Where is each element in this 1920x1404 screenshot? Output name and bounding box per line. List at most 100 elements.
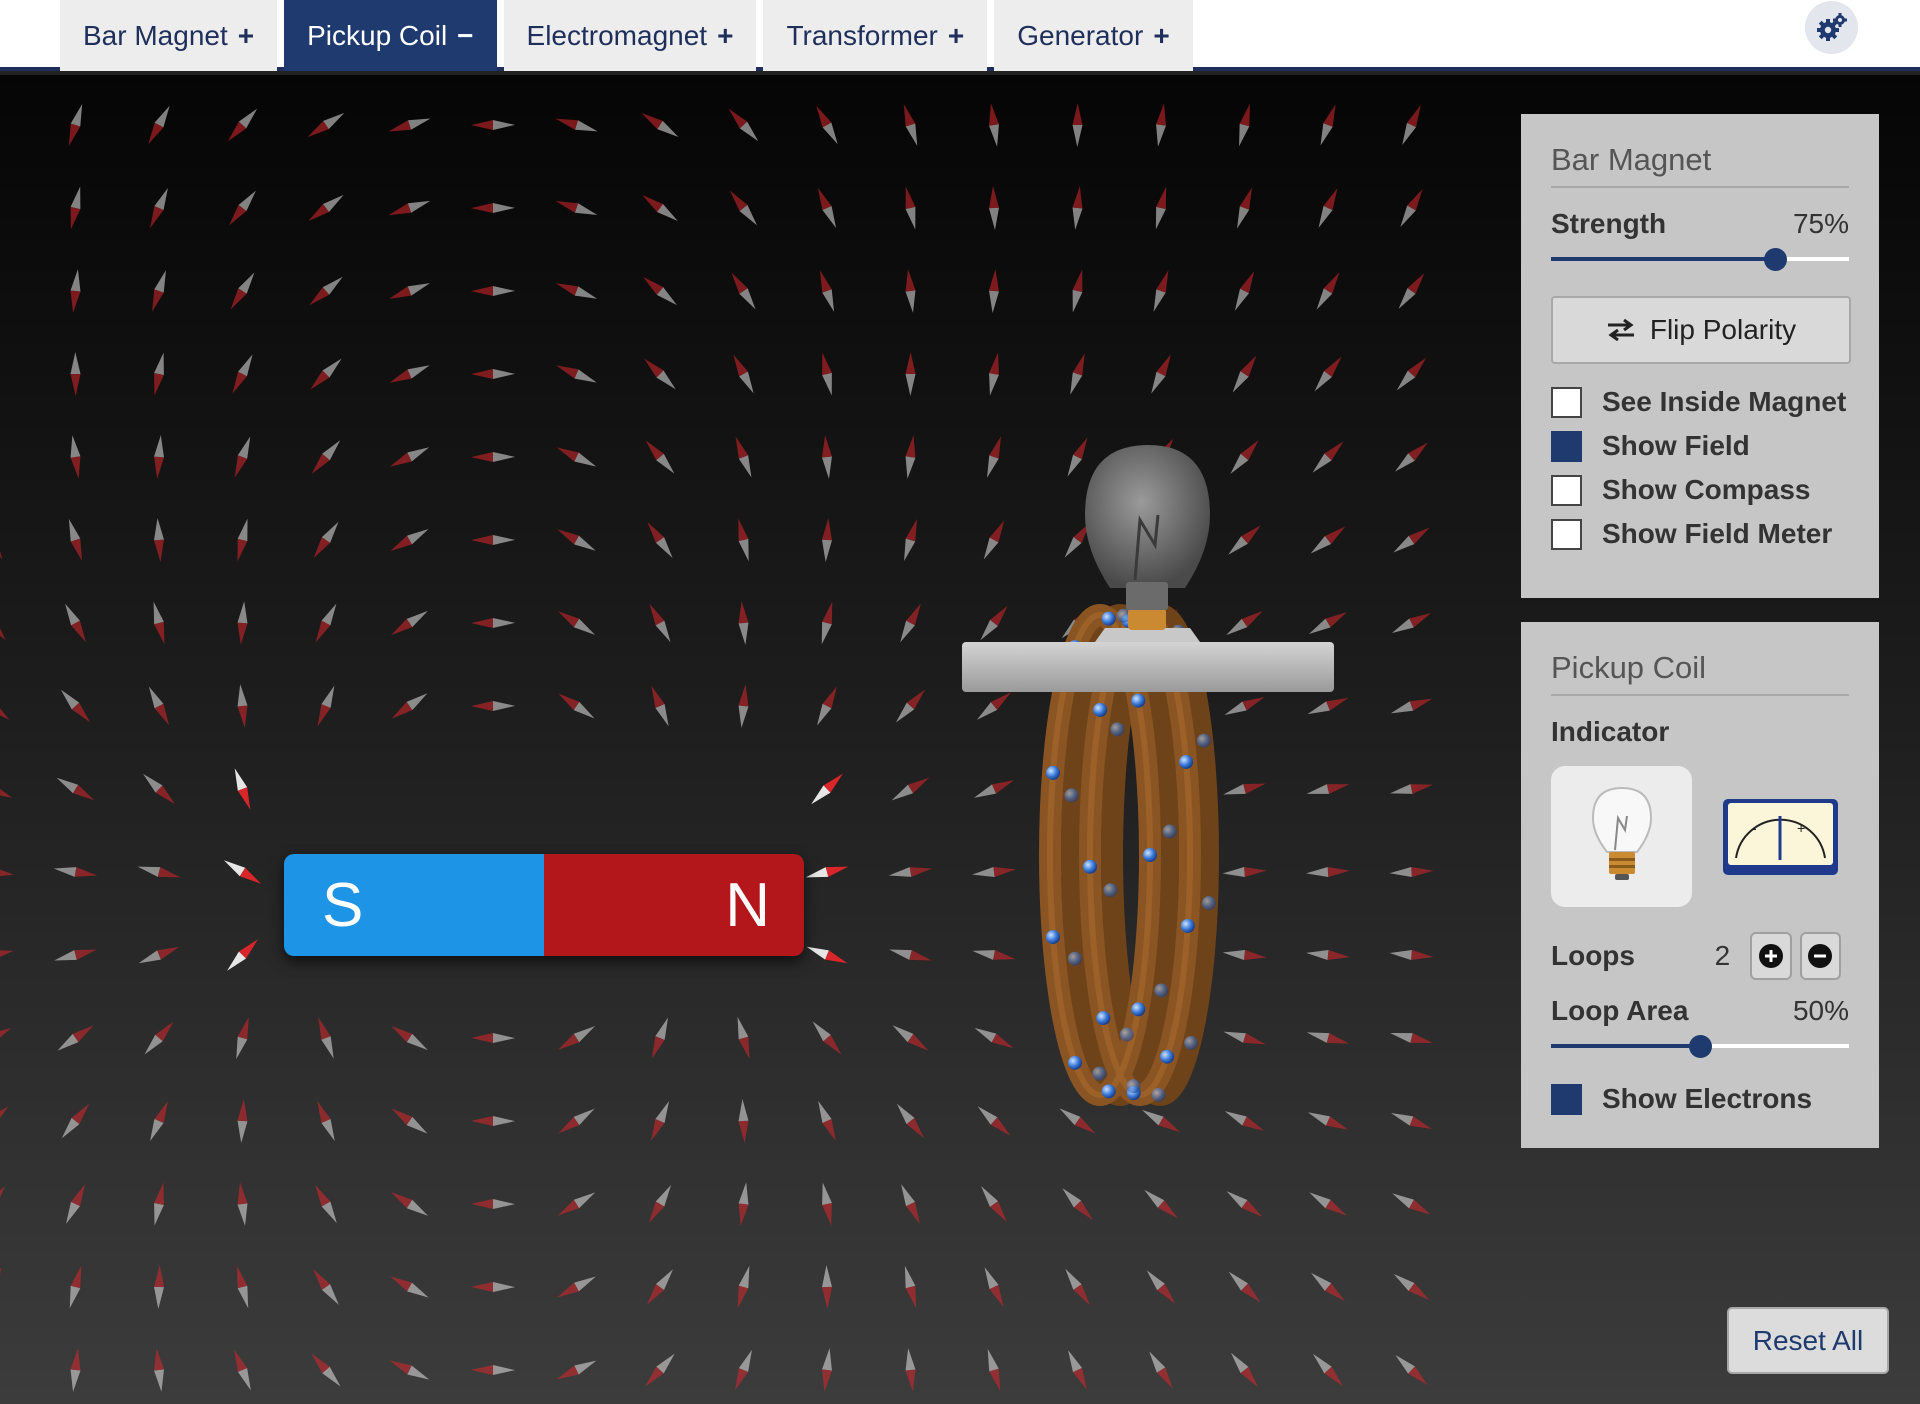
compass-needle (822, 352, 832, 396)
show-electrons-checkbox[interactable]: Show Electrons (1551, 1083, 1849, 1115)
panel-title: Pickup Coil (1551, 622, 1849, 696)
magnet-north-pole: N (544, 854, 804, 956)
flip-polarity-button[interactable]: Flip Polarity (1551, 296, 1851, 364)
compass-needle (471, 618, 515, 628)
compass-needle (1395, 442, 1428, 472)
compass-needle (805, 866, 849, 878)
compass-needle (738, 1182, 749, 1226)
compass-needle (311, 1353, 341, 1387)
minus-circle-icon (1808, 944, 1833, 968)
indicator-voltmeter-button[interactable]: - + (1722, 798, 1839, 876)
electron (1093, 702, 1108, 717)
compass-needle (308, 194, 344, 222)
compass-needle (989, 269, 999, 313)
svg-text:-: - (1752, 820, 1757, 836)
compass-needle (138, 946, 180, 964)
compass-needle (738, 518, 749, 562)
compass-needle (1402, 105, 1421, 145)
reset-all-button[interactable]: Reset All (1727, 1307, 1889, 1374)
slider-thumb[interactable] (1763, 248, 1787, 271)
slider-thumb[interactable] (1689, 1035, 1712, 1058)
tab-pickup-coil[interactable]: Pickup Coil − (284, 0, 497, 71)
compass-needle (645, 1353, 675, 1387)
checkbox-box[interactable] (1551, 518, 1582, 550)
compass-needle (557, 611, 596, 635)
loop-area-value: 50% (1792, 995, 1849, 1026)
compass-needle (1072, 269, 1083, 313)
tab-electromagnet[interactable]: Electromagnet + (503, 0, 757, 71)
tab-transformer[interactable]: Transformer + (763, 0, 988, 71)
tab-bar-magnet[interactable]: Bar Magnet + (60, 0, 278, 71)
compass-needle (1318, 188, 1338, 228)
compass-needle (0, 1347, 3, 1392)
compass-needle (644, 358, 676, 390)
compass-needle (1072, 186, 1083, 230)
checkbox-box[interactable] (1551, 474, 1582, 506)
bar-magnet[interactable]: S N (284, 854, 804, 956)
compass-needle (234, 436, 251, 478)
compass-needle (822, 1182, 832, 1226)
show-compass-checkbox[interactable]: Show Compass (1551, 474, 1849, 506)
remove-loop-button[interactable] (1799, 932, 1841, 980)
checkbox-box[interactable] (1551, 386, 1582, 418)
compass-needle (65, 603, 86, 643)
compass-needle (1390, 1113, 1433, 1129)
compass-needle (650, 1100, 670, 1142)
compass-needle (738, 1099, 749, 1143)
compass-needle (154, 1182, 164, 1226)
strength-slider[interactable] (1551, 244, 1849, 274)
compass-needle (154, 1265, 164, 1309)
pickup-coil[interactable] (960, 350, 1360, 1250)
compass-needle (471, 1282, 515, 1292)
compass-needle (892, 1025, 929, 1051)
tab-generator[interactable]: Generator + (994, 0, 1193, 71)
compass-needle (738, 684, 749, 728)
compass-needle (389, 365, 430, 383)
compass-needle (234, 768, 251, 810)
compass-needle (154, 518, 164, 562)
compass-needle (1393, 1274, 1430, 1300)
top-nav-bar: Bar Magnet + Pickup Coil − Electromagnet + … (0, 0, 1920, 71)
compass-needle (1149, 1351, 1173, 1389)
compass-needle (232, 354, 253, 394)
compass-needle (237, 1099, 248, 1143)
compass-needle (230, 272, 255, 310)
compass-needle (313, 1269, 339, 1305)
compass-needle (148, 686, 170, 726)
compass-needle (137, 866, 181, 878)
compass-needle (1396, 357, 1427, 391)
electron (1046, 765, 1061, 780)
compass-needle (391, 1025, 428, 1051)
compass-needle (309, 276, 343, 306)
show-field-checkbox[interactable]: Show Field (1551, 430, 1849, 462)
compass-needle (317, 1100, 335, 1142)
compass-needle (1228, 1271, 1261, 1303)
see-inside-magnet-checkbox[interactable]: See Inside Magnet (1551, 386, 1849, 418)
compass-needle (0, 351, 1, 396)
add-loop-button[interactable] (1750, 932, 1792, 980)
compass-needle (904, 1265, 917, 1309)
electron (1126, 1079, 1141, 1094)
compass-needle (557, 1192, 596, 1216)
compass-needle (60, 689, 91, 723)
voltmeter-icon: - + (1723, 798, 1838, 875)
compass-needle (390, 1192, 429, 1216)
compass-needle (1391, 612, 1432, 634)
compass-needle (391, 693, 428, 719)
compass-needle (556, 365, 597, 383)
loop-area-slider[interactable] (1551, 1031, 1849, 1061)
settings-button[interactable] (1805, 1, 1858, 54)
checkbox-box[interactable] (1551, 430, 1582, 462)
indicator-lightbulb-button[interactable] (1551, 766, 1692, 907)
compass-needle (234, 1349, 251, 1391)
compass-needle (891, 777, 930, 801)
compass-needle (391, 610, 428, 636)
show-field-meter-checkbox[interactable]: Show Field Meter (1551, 518, 1849, 550)
compass-needle (1313, 1353, 1343, 1387)
compass-needle (556, 447, 597, 467)
compass-needle (1239, 103, 1250, 147)
compass-needle (0, 619, 6, 641)
checkbox-box[interactable] (1551, 1083, 1582, 1115)
loop-area-label: Loop Area (1551, 995, 1689, 1026)
compass-needle (557, 1026, 596, 1050)
